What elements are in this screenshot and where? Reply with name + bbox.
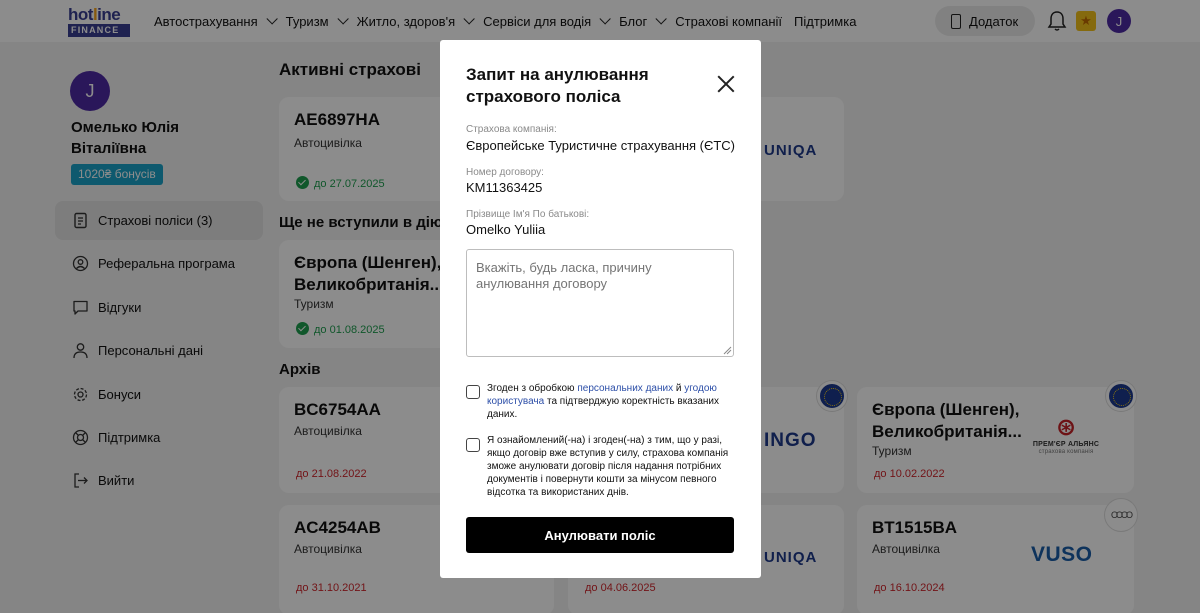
- cancel-reason-textarea[interactable]: [466, 249, 734, 357]
- contract-number-label: Номер договору:: [466, 167, 544, 178]
- cancel-policy-button[interactable]: Анулювати поліс: [466, 517, 734, 553]
- consent-personal-data-checkbox[interactable]: [466, 385, 480, 399]
- personal-data-link[interactable]: персональних даних: [577, 383, 673, 394]
- full-name-label: Прізвище Ім'я По батькові:: [466, 209, 590, 220]
- consent-cancellation-terms-text: Я ознайомлений(-на) і згоден(-на) з тим,…: [487, 435, 729, 498]
- modal-title: Запит на анулювання страхового поліса: [466, 65, 649, 106]
- resize-grip-icon[interactable]: [723, 346, 732, 355]
- cancel-policy-modal: Запит на анулювання страхового поліса Ст…: [440, 40, 761, 578]
- close-icon[interactable]: [716, 75, 736, 95]
- consent-cancellation-terms-checkbox[interactable]: [466, 438, 480, 452]
- consent-personal-data-text: Згоден з обробкою персональних даних й у…: [487, 382, 737, 421]
- company-label: Страхова компанія:: [466, 124, 557, 135]
- consent-text-part: й: [673, 383, 685, 394]
- full-name-value: Omelko Yuliia: [466, 222, 546, 237]
- contract-number-value: KM11363425: [466, 180, 543, 195]
- consent-text-part: Згоден з обробкою: [487, 383, 578, 394]
- company-value: Європейське Туристичне страхування (ЄТС): [466, 138, 736, 153]
